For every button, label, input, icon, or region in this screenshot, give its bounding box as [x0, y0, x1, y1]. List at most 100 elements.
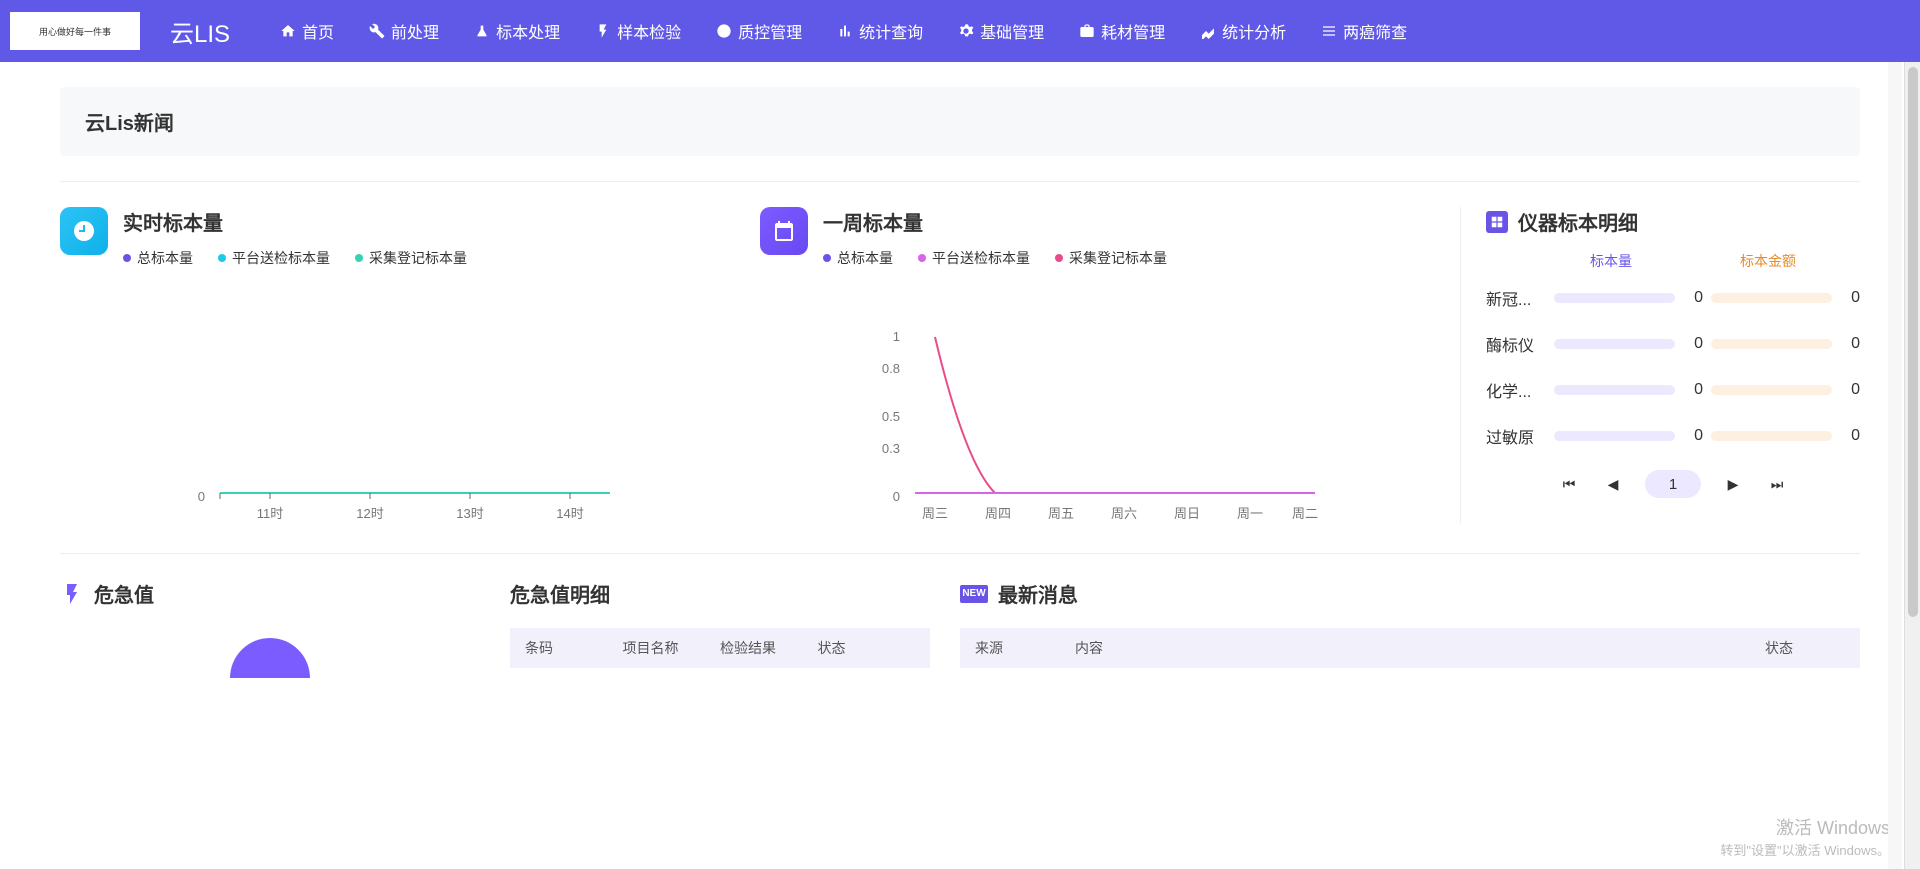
gear-icon — [958, 23, 974, 39]
logo-tagline: 用心做好每一件事 — [39, 25, 111, 38]
top-navbar: 用心做好每一件事 云LIS 首页 前处理 标本处理 样本检验 质控管理 统计查询 — [0, 0, 1920, 62]
col-header: 状态 — [818, 638, 916, 658]
x-tick: 周日 — [1174, 506, 1200, 521]
x-tick: 周三 — [922, 506, 948, 521]
qty-val: 0 — [1683, 381, 1703, 399]
x-tick: 周四 — [985, 506, 1011, 521]
donut-chart — [60, 628, 480, 678]
section-title: 最新消息 — [998, 579, 1078, 608]
home-icon — [280, 23, 296, 39]
section-title: 危急值 — [94, 579, 154, 608]
col-header: 来源 — [975, 638, 1075, 658]
y-tick: 0.3 — [882, 441, 900, 456]
legend-item: 总标本量 — [823, 248, 893, 268]
x-tick: 13时 — [456, 506, 483, 521]
nav-label: 统计分析 — [1222, 19, 1286, 43]
logo: 用心做好每一件事 — [10, 12, 140, 50]
pager: ⏮ ◀ 1 ▶ ⏭ — [1486, 470, 1860, 498]
nav-label: 质控管理 — [738, 19, 802, 43]
table-header: 条码 项目名称 检验结果 状态 — [510, 628, 930, 668]
data-line-pink — [935, 337, 1315, 493]
x-tick: 14时 — [556, 506, 583, 521]
col-header: 内容 — [1075, 638, 1765, 658]
nav-label: 前处理 — [391, 19, 439, 43]
inner-scrollbar[interactable] — [1888, 62, 1902, 869]
section-header: NEW 最新消息 — [960, 579, 1860, 608]
amount-val: 0 — [1840, 335, 1860, 353]
amount-bar — [1711, 431, 1832, 441]
col-header-qty: 标本量 — [1590, 251, 1632, 271]
legend-dot — [355, 254, 363, 262]
legend-label: 采集登记标本量 — [369, 248, 467, 268]
chart-title-wrap: 一周标本量 总标本量 平台送检标本量 采集登记标本量 — [823, 207, 1430, 268]
nav-label: 首页 — [302, 19, 334, 43]
col-header: 条码 — [525, 638, 623, 658]
qty-val: 0 — [1683, 427, 1703, 445]
instrument-row: 新冠... 0 0 — [1486, 286, 1860, 310]
vial-icon — [595, 23, 611, 39]
nav-label: 标本处理 — [496, 19, 560, 43]
nav-home[interactable]: 首页 — [280, 19, 334, 43]
legend-label: 平台送检标本量 — [932, 248, 1030, 268]
legend-item: 平台送检标本量 — [218, 248, 330, 268]
outer-scrollbar[interactable] — [1904, 62, 1920, 869]
legend-label: 总标本量 — [837, 248, 893, 268]
y-tick: 0.8 — [882, 361, 900, 376]
panel-title: 仪器标本明细 — [1518, 207, 1638, 236]
chart-legend: 总标本量 平台送检标本量 采集登记标本量 — [123, 248, 730, 268]
panel-header: 仪器标本明细 — [1486, 207, 1860, 236]
instrument-row: 酶标仪 0 0 — [1486, 332, 1860, 356]
legend-item: 平台送检标本量 — [918, 248, 1030, 268]
nav-stats-analysis[interactable]: 统计分析 — [1200, 19, 1286, 43]
realtime-chart: 0 11时 12时 13时 14时 — [60, 293, 730, 523]
x-tick: 周一 — [1237, 506, 1263, 521]
chart-header: 实时标本量 总标本量 平台送检标本量 采集登记标本量 — [60, 207, 730, 268]
clock-icon — [60, 207, 108, 255]
x-tick: 周五 — [1048, 506, 1074, 521]
wrench-icon — [369, 23, 385, 39]
bolt-icon — [60, 582, 84, 606]
x-tick: 12时 — [356, 506, 383, 521]
main-content: 云Lis新闻 实时标本量 总标本量 平台送检标本量 采集登记标本量 — [0, 62, 1920, 869]
section-header: 危急值明细 — [510, 579, 930, 608]
pager-last-button[interactable]: ⏭ — [1765, 472, 1789, 496]
nav-consumables[interactable]: 耗材管理 — [1079, 19, 1165, 43]
critical-value-block: 危急值 — [60, 579, 480, 678]
legend-label: 平台送检标本量 — [232, 248, 330, 268]
legend-dot — [918, 254, 926, 262]
nav-preprocess[interactable]: 前处理 — [369, 19, 439, 43]
chart-legend: 总标本量 平台送检标本量 采集登记标本量 — [823, 248, 1430, 268]
pager-current: 1 — [1645, 470, 1701, 498]
legend-item: 采集登记标本量 — [355, 248, 467, 268]
pager-first-button[interactable]: ⏮ — [1557, 472, 1581, 496]
amount-val: 0 — [1840, 289, 1860, 307]
qty-val: 0 — [1683, 335, 1703, 353]
pager-next-button[interactable]: ▶ — [1721, 472, 1745, 496]
qty-bar — [1554, 385, 1675, 395]
col-header: 项目名称 — [623, 638, 721, 658]
scroll-thumb[interactable] — [1908, 67, 1918, 617]
nav-two-cancer[interactable]: 两癌筛查 — [1321, 19, 1407, 43]
briefcase-icon — [1079, 23, 1095, 39]
legend-dot — [123, 254, 131, 262]
weekly-chart: 1 0.8 0.5 0.3 0 周三 周四 周五 周六 周日 周一 周二 — [760, 293, 1430, 523]
inst-name: 新冠... — [1486, 286, 1546, 310]
instrument-row: 化学... 0 0 — [1486, 378, 1860, 402]
nav-base-mgmt[interactable]: 基础管理 — [958, 19, 1044, 43]
chart-header: 一周标本量 总标本量 平台送检标本量 采集登记标本量 — [760, 207, 1430, 268]
legend-dot — [1055, 254, 1063, 262]
nav-qc[interactable]: 质控管理 — [716, 19, 802, 43]
chart-title-wrap: 实时标本量 总标本量 平台送检标本量 采集登记标本量 — [123, 207, 730, 268]
nav-label: 样本检验 — [617, 19, 681, 43]
nav-sample-test[interactable]: 样本检验 — [595, 19, 681, 43]
box-icon — [1486, 211, 1508, 233]
amount-bar — [1711, 293, 1832, 303]
pager-prev-button[interactable]: ◀ — [1601, 472, 1625, 496]
nav-specimen[interactable]: 标本处理 — [474, 19, 560, 43]
nav-label: 两癌筛查 — [1343, 19, 1407, 43]
nav-label: 基础管理 — [980, 19, 1044, 43]
inst-name: 化学... — [1486, 378, 1546, 402]
nav-stats-query[interactable]: 统计查询 — [837, 19, 923, 43]
section-title: 危急值明细 — [510, 579, 610, 608]
x-tick: 周二 — [1292, 506, 1318, 521]
